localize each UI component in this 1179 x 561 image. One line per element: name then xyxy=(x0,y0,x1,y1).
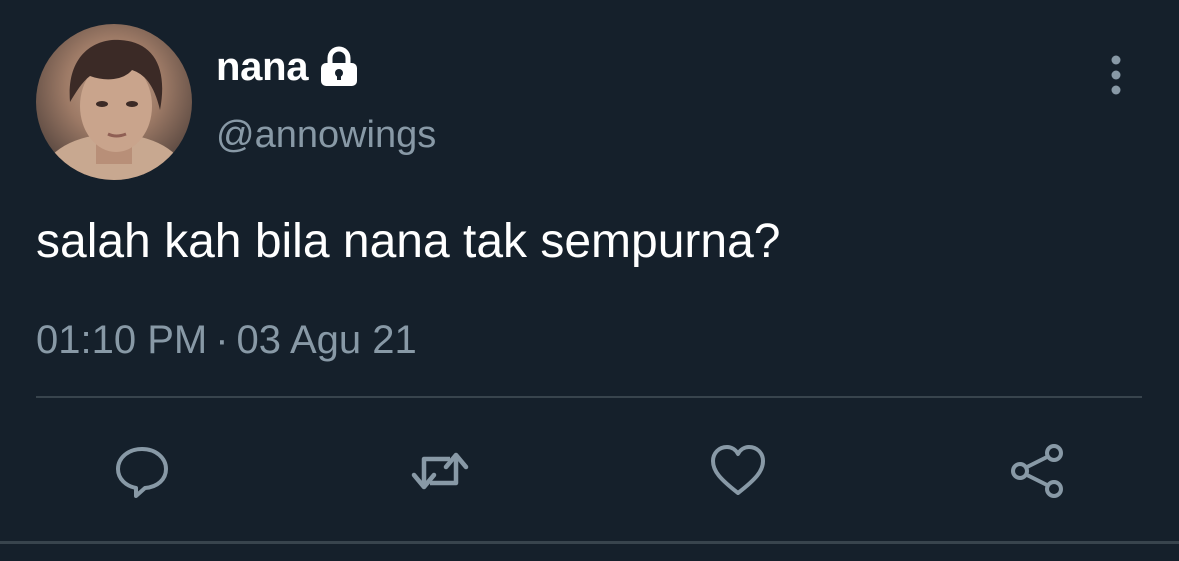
heart-icon xyxy=(711,445,765,495)
avatar-photo-icon xyxy=(44,39,184,180)
divider xyxy=(36,396,1142,398)
vertical-ellipsis-icon[interactable] xyxy=(1096,52,1136,98)
display-name-row: nana xyxy=(216,44,360,90)
tweet-time: 01:10 PM xyxy=(36,318,208,362)
retweet-arrows-icon xyxy=(411,452,469,490)
user-handle[interactable]: @annowings xyxy=(216,112,436,158)
retweet-button[interactable] xyxy=(408,440,472,502)
speech-bubble-icon xyxy=(116,447,168,498)
tweet-card: nana @annowings salah kah bila nana tak … xyxy=(0,0,1179,561)
share-nodes-icon xyxy=(1011,444,1063,498)
meta-separator: · xyxy=(215,318,229,362)
like-button[interactable] xyxy=(706,440,770,502)
reply-button[interactable] xyxy=(110,440,174,502)
tweet-text: salah kah bila nana tak sempurna? xyxy=(36,215,781,268)
tweet-timestamp[interactable]: 01:10 PM · 03 Agu 21 xyxy=(36,316,417,364)
avatar[interactable] xyxy=(36,24,192,180)
bottom-divider xyxy=(0,541,1179,544)
tweet-date: 03 Agu 21 xyxy=(236,318,417,362)
display-name[interactable]: nana xyxy=(216,44,308,90)
share-button[interactable] xyxy=(1006,440,1070,502)
lock-icon xyxy=(318,46,360,88)
